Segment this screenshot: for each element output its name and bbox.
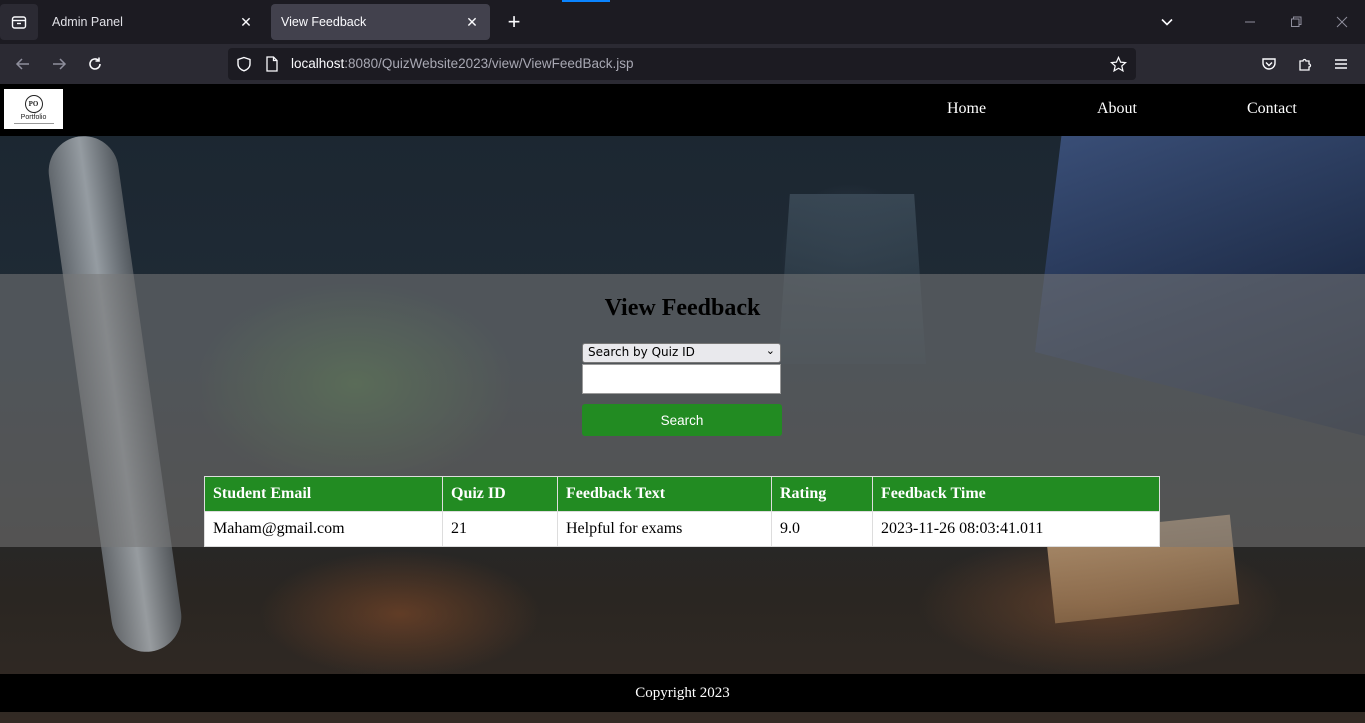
url-text: localhost:8080/QuizWebsite2023/view/View… [291,56,633,71]
list-all-tabs-button[interactable] [1153,8,1181,36]
forward-button[interactable] [45,50,73,78]
chevron-down-icon: ⌄ [765,344,775,357]
logo-text: Portfolio [20,113,47,121]
star-icon[interactable] [1110,56,1127,73]
page-icon[interactable] [265,56,279,72]
select-value: Search by Quiz ID [588,345,695,359]
site-header: PO Portfolio Home About Contact [0,84,1365,136]
site-footer: Copyright 2023 [0,674,1365,712]
loading-indicator [562,0,610,2]
minimize-button[interactable] [1236,8,1264,36]
arrow-left-icon [15,58,29,70]
nav-link-about[interactable]: About [1097,100,1137,118]
table-cell: Maham@gmail.com [204,511,443,547]
tab-list-button[interactable] [0,4,38,40]
address-bar[interactable]: localhost:8080/QuizWebsite2023/view/View… [228,48,1136,80]
close-icon[interactable]: ✕ [238,14,254,30]
tab-view-feedback[interactable]: View Feedback ✕ [271,4,490,40]
minimize-icon [1245,21,1255,23]
column-header: Quiz ID [442,476,558,512]
pocket-button[interactable] [1255,50,1283,78]
search-input[interactable] [582,364,781,394]
logo-underline [13,122,54,124]
page-title: View Feedback [604,295,761,321]
plus-icon: + [507,9,521,34]
table-cell: 9.0 [771,511,873,547]
table-header-row: Student Email Quiz ID Feedback Text Rati… [204,476,1160,512]
browser-tab-bar: Admin Panel ✕ View Feedback ✕ + [0,0,1365,44]
table-cell: 2023-11-26 08:03:41.011 [872,511,1160,547]
column-header: Feedback Time [872,476,1160,512]
hamburger-icon [1335,59,1347,69]
close-icon[interactable]: ✕ [464,14,480,30]
column-header: Rating [771,476,873,512]
reload-icon [89,57,101,70]
back-button[interactable] [9,50,37,78]
page-viewport: PO Portfolio Home About Contact View Fee… [0,84,1365,723]
pocket-icon [1262,58,1276,70]
restore-icon [1291,16,1302,27]
close-icon [1336,16,1348,28]
url-path: :8080/QuizWebsite2023/view/ViewFeedBack.… [344,56,634,71]
column-header: Student Email [204,476,443,512]
nav-link-home[interactable]: Home [947,100,986,118]
chevron-down-icon [1161,18,1173,26]
site-logo[interactable]: PO Portfolio [4,89,63,129]
logo-mark: PO [24,94,43,113]
search-type-select[interactable]: Search by Quiz ID ⌄ [582,343,781,363]
tab-list-icon [11,16,27,29]
tab-title: Admin Panel [52,15,123,29]
reload-button[interactable] [81,50,109,78]
tab-admin-panel[interactable]: Admin Panel ✕ [42,4,264,40]
table-cell: 21 [442,511,558,547]
search-button[interactable]: Search [582,404,782,436]
browser-nav-bar: localhost:8080/QuizWebsite2023/view/View… [0,44,1365,84]
nav-link-contact[interactable]: Contact [1247,100,1297,118]
puzzle-icon [1299,58,1312,71]
close-window-button[interactable] [1328,8,1356,36]
new-tab-button[interactable]: + [500,8,528,36]
copyright-text: Copyright 2023 [635,684,730,701]
tab-title: View Feedback [281,15,367,29]
extensions-button[interactable] [1291,50,1319,78]
url-host: localhost [291,56,345,71]
shield-icon[interactable] [236,56,252,72]
feedback-table: Student Email Quiz ID Feedback Text Rati… [204,476,1160,547]
menu-button[interactable] [1327,50,1355,78]
table-row: Maham@gmail.com 21 Helpful for exams 9.0… [204,511,1160,547]
restore-button[interactable] [1282,8,1310,36]
arrow-right-icon [53,58,67,70]
table-cell: Helpful for exams [557,511,772,547]
column-header: Feedback Text [557,476,772,512]
